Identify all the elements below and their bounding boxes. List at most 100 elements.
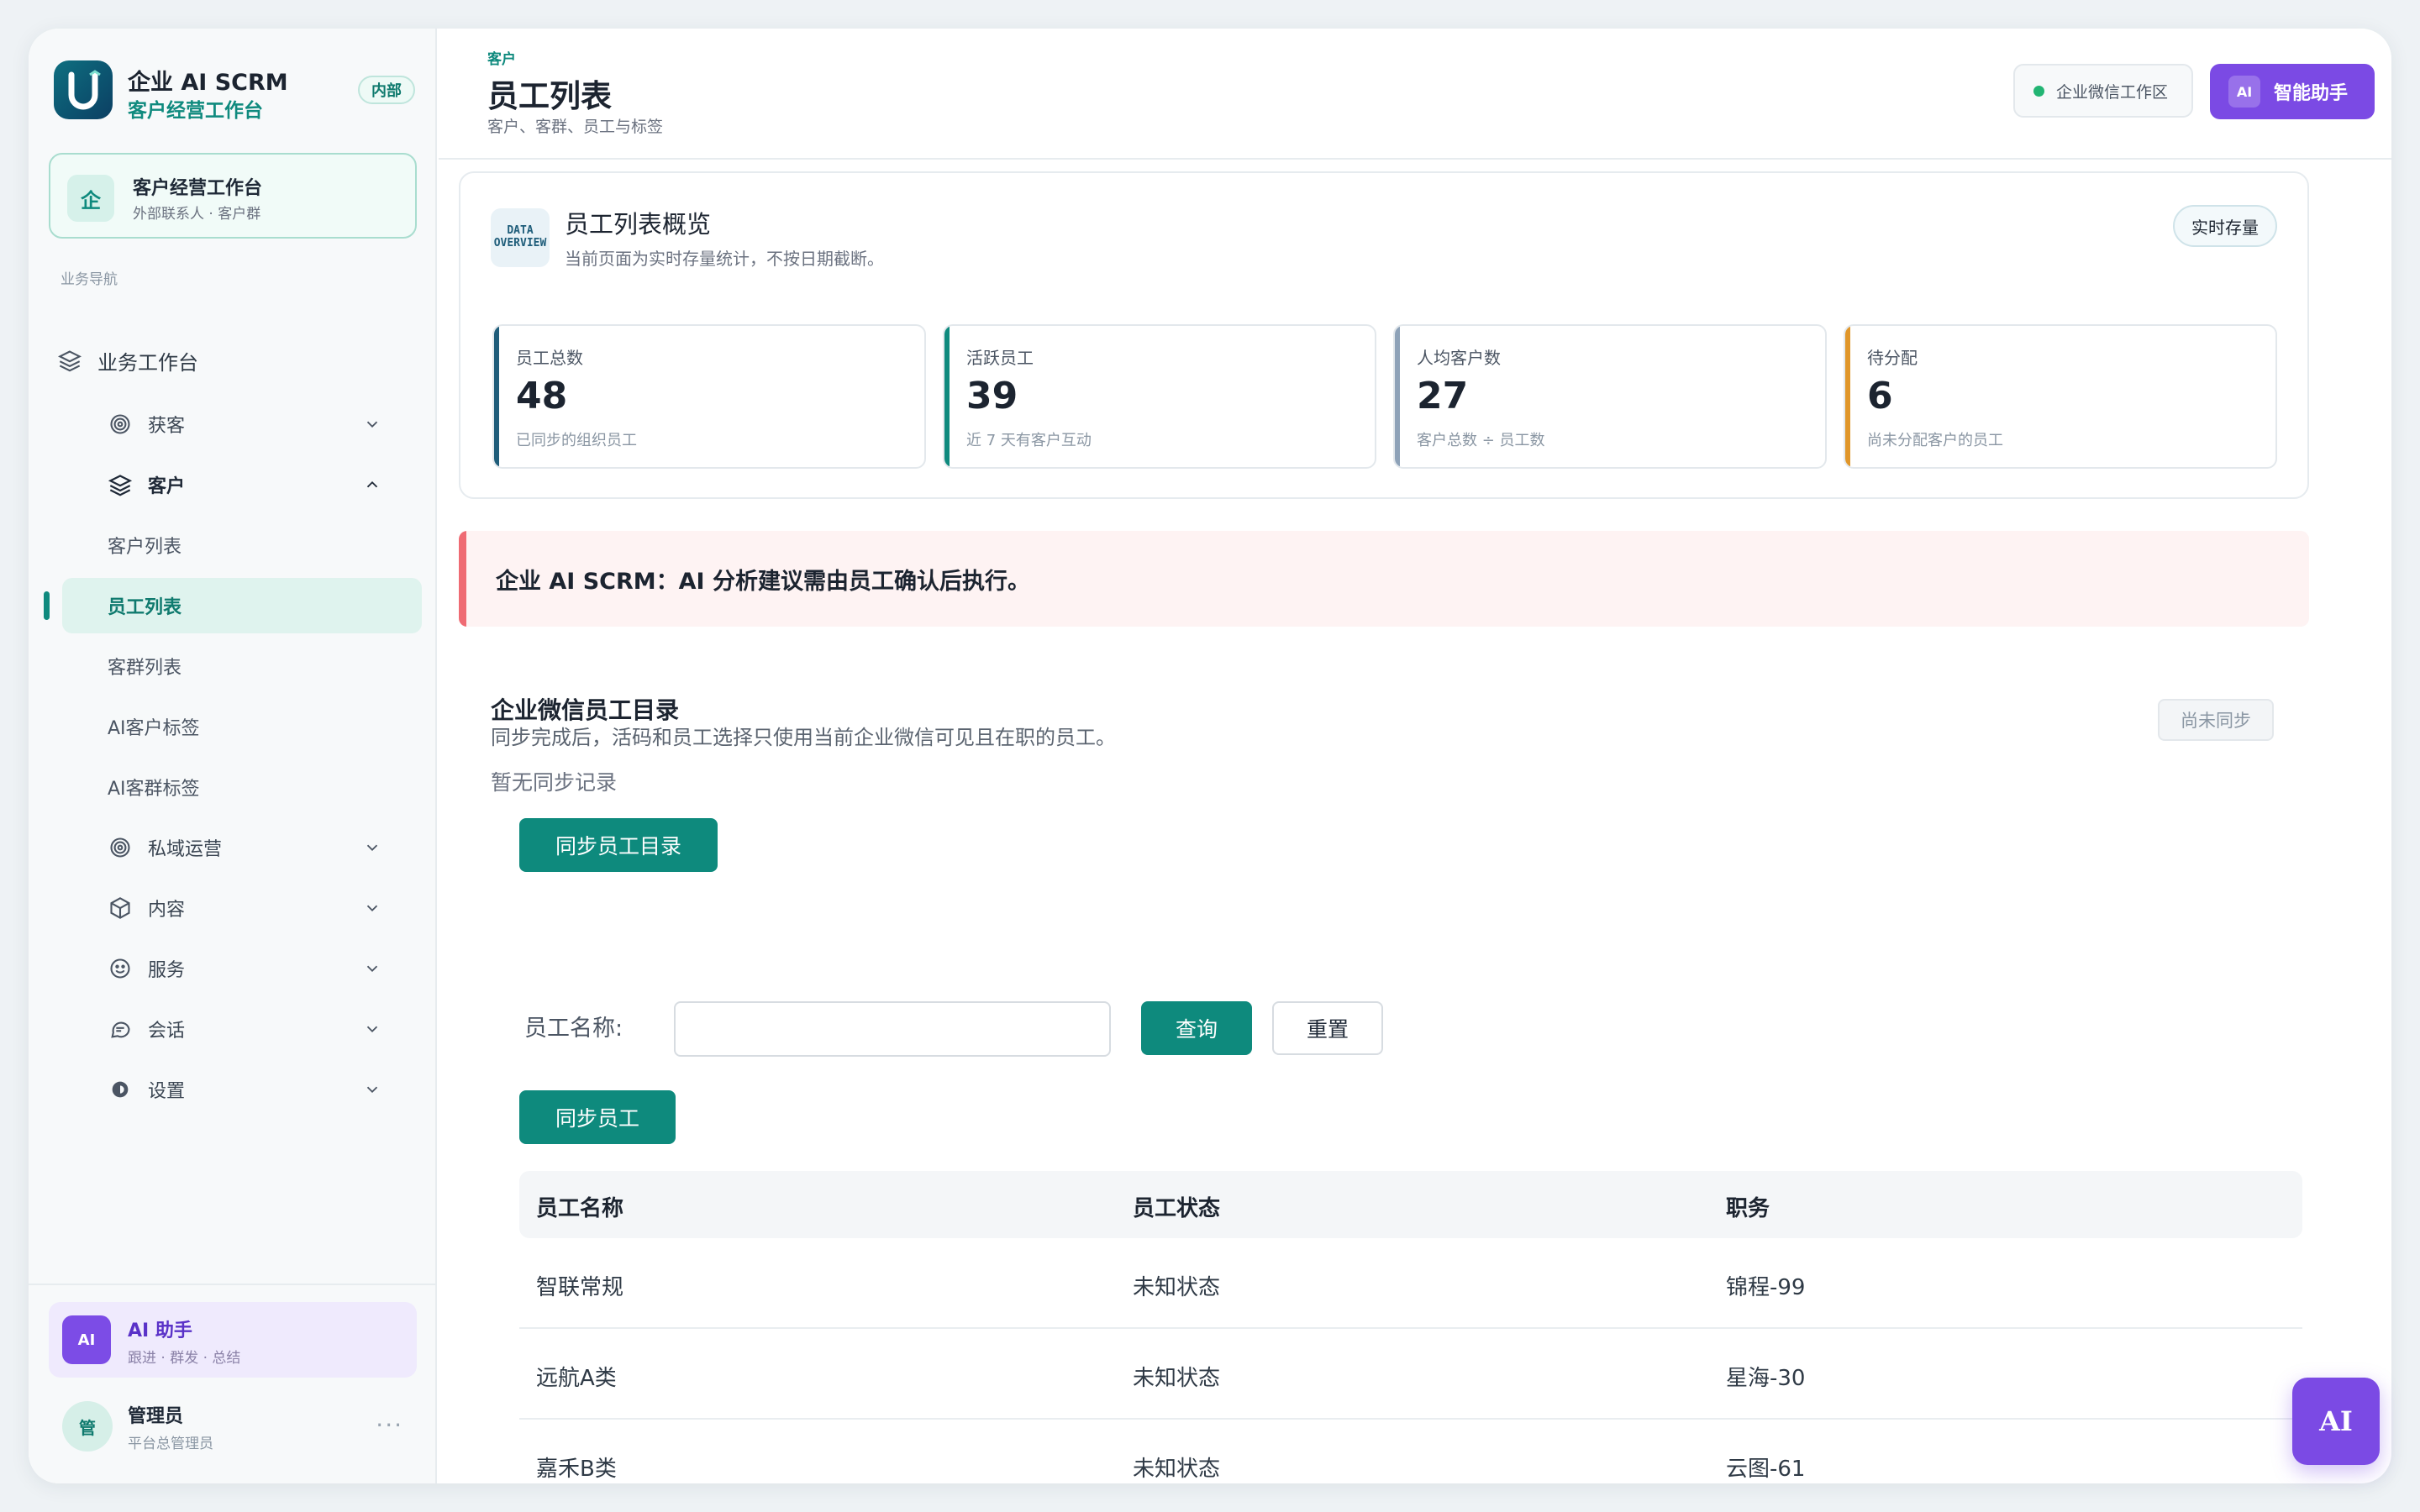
stat-label: 活跃员工 <box>966 348 1034 368</box>
stat-label: 人均客户数 <box>1417 348 1501 368</box>
active-indicator <box>44 591 50 620</box>
ai-badge-icon: AI <box>62 1315 111 1364</box>
sidebar-item-conversation[interactable]: 会话 <box>62 1001 415 1057</box>
stat-card-total: 员工总数 48 已同步的组织员工 <box>492 324 926 469</box>
workspace-icon: 企 <box>67 175 114 222</box>
page-subtitle: 客户、客群、员工与标签 <box>487 118 664 136</box>
icon-line-2: OVERVIEW <box>493 237 547 249</box>
more-options-icon[interactable]: ··· <box>376 1411 403 1439</box>
sidebar-child-label: AI客群标签 <box>108 779 200 800</box>
stat-note: 近 7 天有客户互动 <box>966 432 1092 449</box>
overview-card: DATA OVERVIEW 员工列表概览 当前页面为实时存量统计，不按日期截断。… <box>459 171 2309 499</box>
sidebar-child-label: 客群列表 <box>108 658 182 679</box>
icon-line-1: DATA <box>507 224 534 238</box>
sidebar-child-group-list[interactable]: 客群列表 <box>62 638 422 694</box>
reset-button[interactable]: 重置 <box>1272 1001 1383 1055</box>
chevron-down-icon <box>363 899 381 917</box>
sync-directory-button[interactable]: 同步员工目录 <box>519 818 718 872</box>
chevron-down-icon <box>363 415 381 433</box>
layers-icon <box>108 472 133 497</box>
app-window: 企业 AI SCRM 客户经营工作台 内部 企 客户经营工作台 外部联系人 · … <box>29 29 2391 1483</box>
sidebar-item-content[interactable]: 内容 <box>62 880 415 936</box>
cell-status: 未知状态 <box>1133 1275 1221 1300</box>
cell-name: 智联常规 <box>536 1275 624 1300</box>
sidebar-item-private-ops[interactable]: 私域运营 <box>62 820 415 875</box>
chat-icon <box>108 1016 133 1042</box>
employee-name-label: 员工名称: <box>524 1016 623 1042</box>
brand[interactable]: 企业 AI SCRM 客户经营工作台 内部 <box>54 60 415 122</box>
breadcrumb[interactable]: 客户 <box>487 47 516 68</box>
sidebar-child-ai-group-tags[interactable]: AI客群标签 <box>62 759 422 815</box>
stat-value: 6 <box>1867 375 1893 417</box>
cell-name: 远航A类 <box>536 1366 617 1391</box>
cell-name: 嘉禾B类 <box>536 1457 617 1482</box>
data-overview-icon: DATA OVERVIEW <box>491 208 550 267</box>
table-row[interactable]: 嘉禾B类 未知状态 云图-61 <box>519 1420 2302 1483</box>
sidebar-child-label: AI客户标签 <box>108 718 200 739</box>
sidebar-item-label: 设置 <box>148 1081 186 1102</box>
query-button[interactable]: 查询 <box>1141 1001 1252 1055</box>
user-profile[interactable]: 管 管理员 平台总管理员 ··· <box>49 1393 417 1460</box>
layers-icon <box>57 348 82 373</box>
realtime-tag: 实时存量 <box>2173 205 2277 247</box>
cell-status: 未知状态 <box>1133 1457 1221 1482</box>
overview-title: 员工列表概览 <box>565 210 712 239</box>
stat-value: 27 <box>1417 375 1469 417</box>
ai-assistant-card[interactable]: AI AI 助手 跟进 · 群发 · 总结 <box>49 1302 417 1378</box>
stat-card-unassigned: 待分配 6 尚未分配客户的员工 <box>1844 324 2277 469</box>
sidebar-item-label: 会话 <box>148 1021 186 1042</box>
status-dot-icon <box>2033 85 2044 97</box>
table-row[interactable]: 智联常规 未知状态 锦程-99 <box>519 1238 2302 1329</box>
sidebar-item-label: 内容 <box>148 900 186 921</box>
chevron-up-icon <box>363 475 381 494</box>
sidebar-child-ai-customer-tags[interactable]: AI客户标签 <box>62 699 422 754</box>
sidebar-item-service[interactable]: 服务 <box>62 941 415 996</box>
employee-name-input[interactable] <box>674 1001 1111 1057</box>
user-role: 平台总管理员 <box>128 1436 213 1452</box>
sidebar-item-settings[interactable]: 设置 <box>62 1062 415 1117</box>
directory-subtitle: 同步完成后，活码和员工选择只使用当前企业微信可见且在职的员工。 <box>491 726 1116 749</box>
ai-card-subtitle: 跟进 · 群发 · 总结 <box>128 1350 241 1367</box>
sidebar-item-customer[interactable]: 客户 <box>62 457 415 512</box>
avatar: 管 <box>62 1401 113 1452</box>
floating-ai-button[interactable]: AI <box>2292 1378 2380 1465</box>
stat-value: 39 <box>966 375 1018 417</box>
sidebar-item-label: 客户 <box>148 476 186 497</box>
directory-empty-text: 暂无同步记录 <box>491 770 618 795</box>
sidebar-child-customer-list[interactable]: 客户列表 <box>62 517 422 573</box>
gear-icon <box>108 1077 133 1102</box>
stat-note: 已同步的组织员工 <box>516 432 637 449</box>
env-label: 企业微信工作区 <box>2056 82 2169 102</box>
overview-subtitle: 当前页面为实时存量统计，不按日期截断。 <box>565 249 884 269</box>
cell-status: 未知状态 <box>1133 1366 1221 1391</box>
column-header-title: 职务 <box>1726 1196 1770 1221</box>
smile-icon <box>108 956 133 981</box>
sync-employees-button[interactable]: 同步员工 <box>519 1090 676 1144</box>
stat-accent-bar <box>944 326 950 467</box>
stat-note: 尚未分配客户的员工 <box>1867 432 2003 449</box>
column-header-name: 员工名称 <box>536 1196 624 1221</box>
chevron-down-icon <box>363 959 381 978</box>
alert-text: 企业 AI SCRM：AI 分析建议需由员工确认后执行。 <box>496 569 1031 595</box>
brand-subtitle: 客户经营工作台 <box>128 100 263 122</box>
workspace-env-pill[interactable]: 企业微信工作区 <box>2013 64 2193 118</box>
sidebar-child-label: 客户列表 <box>108 537 182 558</box>
sidebar-item-workbench[interactable]: 业务工作台 <box>57 333 417 388</box>
workspace-title: 客户经营工作台 <box>133 178 263 199</box>
stat-card-avg-customers: 人均客户数 27 客户总数 ÷ 员工数 <box>1393 324 1827 469</box>
nav-section-label: 业务导航 <box>60 271 118 288</box>
sidebar-child-label: 员工列表 <box>108 597 182 618</box>
sidebar-item-label: 业务工作台 <box>97 350 198 375</box>
cell-title: 云图-61 <box>1726 1457 1806 1482</box>
sync-status-badge: 尚未同步 <box>2158 699 2274 741</box>
table-row[interactable]: 远航A类 未知状态 星海-30 <box>519 1329 2302 1420</box>
column-header-status: 员工状态 <box>1133 1196 1221 1221</box>
page-header: 客户 员工列表 客户、客群、员工与标签 企业微信工作区 AI 智能助手 <box>439 29 2391 160</box>
stat-accent-bar <box>1395 326 1400 467</box>
smart-assistant-label: 智能助手 <box>2274 83 2349 104</box>
smart-assistant-button[interactable]: AI 智能助手 <box>2210 64 2375 119</box>
sidebar-child-employee-list[interactable]: 员工列表 <box>62 578 422 633</box>
stat-card-active: 活跃员工 39 近 7 天有客户互动 <box>943 324 1376 469</box>
sidebar-item-acquisition[interactable]: 获客 <box>62 396 415 452</box>
workspace-switcher[interactable]: 企 客户经营工作台 外部联系人 · 客户群 <box>49 153 417 239</box>
